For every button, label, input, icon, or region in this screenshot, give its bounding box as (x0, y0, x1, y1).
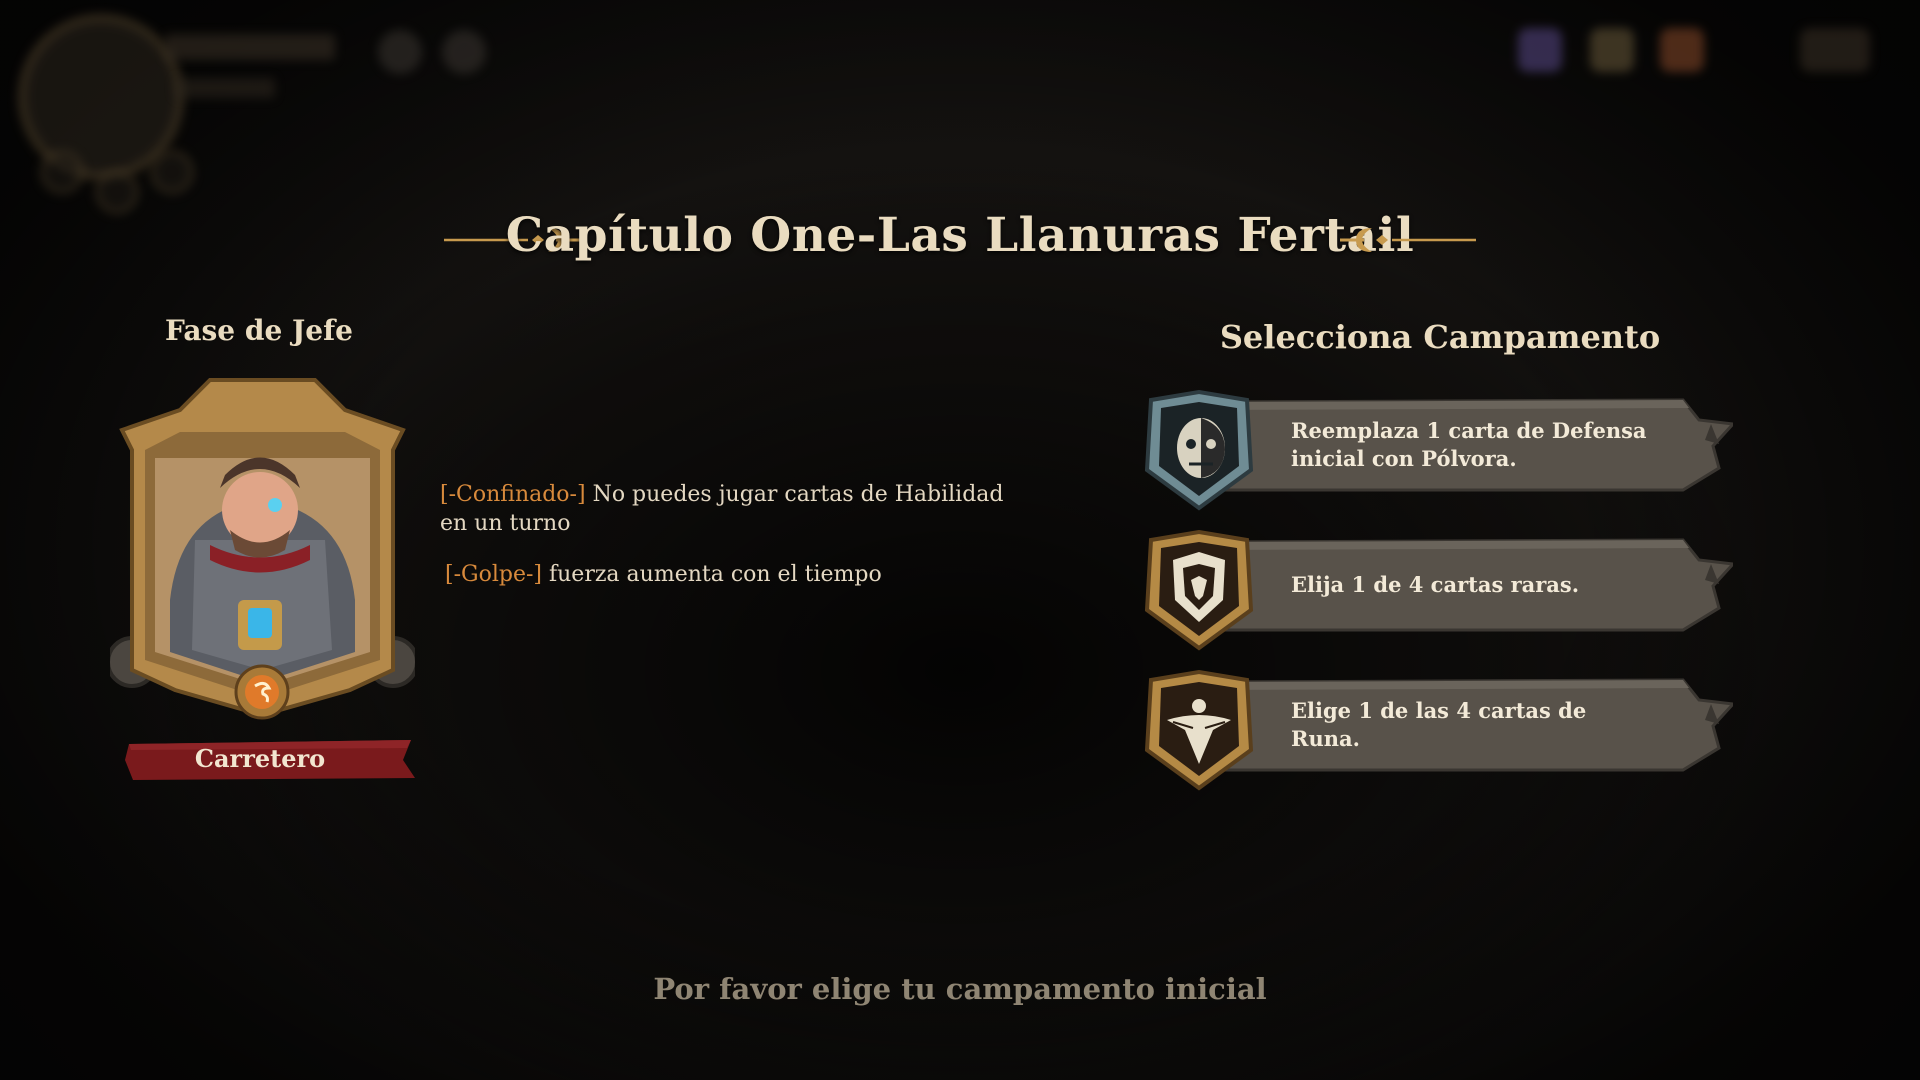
hud-gears (0, 0, 260, 220)
deck-icon[interactable] (442, 30, 486, 74)
lion-crest-icon (1144, 530, 1254, 651)
camp-option-text: Reemplaza 1 carta de Defensa inicial con… (1291, 418, 1647, 471)
map-icon[interactable] (378, 30, 422, 74)
camp-option-text: Elija 1 de 4 cartas raras. (1291, 572, 1580, 597)
camp-option-gunpowder[interactable]: Reemplaza 1 carta de Defensa inicial con… (1143, 390, 1733, 511)
gear-icon (150, 150, 194, 194)
title-ornament-right-icon (1340, 228, 1476, 252)
chapter-title: Capítulo One-Las Llanuras Fertail (505, 208, 1415, 263)
footer-hint: Por favor elige tu campamento inicial (653, 972, 1267, 1006)
trait-description: fuerza aumenta con el tiempo (542, 562, 882, 587)
trait-tag: [-Confinado-] (440, 482, 586, 507)
camp-option-rune-cards[interactable]: Elige 1 de las 4 cartas de Runa. (1143, 670, 1733, 791)
settings-icon[interactable] (1800, 28, 1870, 72)
relic-icon[interactable] (1660, 28, 1704, 72)
boss-traits: [-Confinado-] No puedes jugar cartas de … (440, 480, 1010, 611)
camp-tent-icon[interactable] (1590, 28, 1634, 72)
potion-icon[interactable] (1518, 28, 1562, 72)
camp-option-rare-cards[interactable]: Elija 1 de 4 cartas raras. (1143, 530, 1733, 651)
boss-trait: [-Golpe-] fuerza aumenta con el tiempo (440, 560, 1010, 589)
boss-phase-heading: Fase de Jefe (165, 314, 353, 347)
camp-option-text: Elige 1 de las 4 cartas de Runa. (1291, 698, 1587, 751)
trait-tag: [-Golpe-] (445, 562, 542, 587)
boss-trait: [-Confinado-] No puedes jugar cartas de … (440, 480, 1010, 538)
gear-icon (40, 150, 84, 194)
camp-select-heading: Selecciona Campamento (1219, 318, 1661, 356)
boss-name: Carretero (194, 744, 326, 773)
winged-rune-icon (1144, 670, 1254, 791)
boss-portrait[interactable] (110, 370, 415, 725)
skull-face-icon (1144, 390, 1254, 511)
